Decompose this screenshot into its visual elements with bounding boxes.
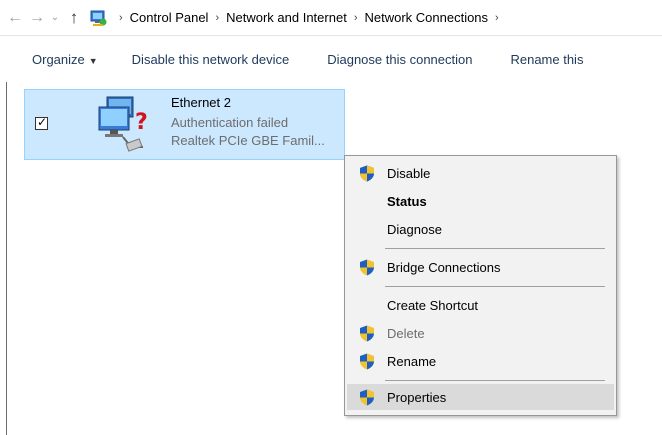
- uac-shield-icon: [359, 165, 375, 182]
- connection-status: Authentication failed: [171, 115, 289, 130]
- organize-button[interactable]: Organize ▼: [32, 52, 98, 67]
- breadcrumb-separator[interactable]: ›: [495, 12, 499, 24]
- arrow-left-icon: ←: [7, 8, 23, 26]
- control-panel-icon: [90, 9, 108, 27]
- menu-item-rename[interactable]: Rename: [347, 348, 614, 374]
- address-bar: ← → ⌄ ↑ › Control Panel › Network and In…: [0, 0, 662, 36]
- menu-item-label: Create Shortcut: [387, 297, 479, 313]
- menu-item-label: Properties: [387, 389, 447, 405]
- uac-shield-icon: [359, 353, 375, 370]
- connection-adapter: Realtek PCIe GBE Famil...: [171, 133, 325, 148]
- caret-down-icon: ▼: [88, 55, 98, 66]
- rename-connection-button[interactable]: Rename this: [510, 52, 583, 67]
- menu-separator: [385, 286, 605, 287]
- uac-shield-icon: [359, 325, 375, 342]
- breadcrumb-network-and-internet[interactable]: Network and Internet: [226, 10, 347, 25]
- up-button[interactable]: ↑: [62, 8, 86, 28]
- menu-item-disable[interactable]: Disable: [347, 160, 614, 186]
- breadcrumb-network-connections[interactable]: Network Connections: [364, 10, 488, 25]
- menu-separator: [385, 248, 605, 249]
- connection-name: Ethernet 2: [171, 95, 231, 110]
- disable-device-button[interactable]: Disable this network device: [132, 52, 290, 67]
- arrow-up-icon: ↑: [69, 7, 79, 27]
- menu-item-label: Status: [387, 193, 427, 209]
- menu-item-properties[interactable]: Properties: [347, 384, 614, 410]
- forward-button[interactable]: →: [26, 9, 48, 27]
- context-menu: Disable Status Diagnose Bridge Connectio…: [344, 155, 617, 416]
- breadcrumb-separator[interactable]: ›: [354, 12, 358, 24]
- menu-item-delete: Delete: [347, 320, 614, 346]
- menu-item-label: Rename: [387, 353, 437, 369]
- command-bar: Organize ▼ Disable this network device Di…: [0, 36, 662, 82]
- menu-item-label: Disable: [387, 165, 431, 181]
- menu-item-label: Delete: [387, 325, 425, 341]
- recent-locations-button[interactable]: ⌄: [48, 12, 62, 23]
- svg-text:?: ?: [135, 110, 148, 135]
- organize-label: Organize: [32, 51, 85, 67]
- checkmark-icon: ✓: [37, 115, 48, 129]
- menu-item-bridge-connections[interactable]: Bridge Connections: [347, 254, 614, 280]
- menu-item-diagnose[interactable]: Diagnose: [347, 216, 614, 242]
- window-edge: [6, 82, 7, 435]
- breadcrumb-control-panel[interactable]: Control Panel: [130, 10, 209, 25]
- uac-shield-icon: [359, 389, 375, 406]
- menu-item-create-shortcut[interactable]: Create Shortcut: [347, 292, 614, 318]
- diagnose-connection-button[interactable]: Diagnose this connection: [327, 52, 472, 67]
- menu-item-label: Bridge Connections: [387, 259, 501, 275]
- back-button[interactable]: ←: [4, 9, 26, 27]
- chevron-down-icon: ⌄: [50, 12, 60, 23]
- connection-item-ethernet-2[interactable]: ✓ ? Ethernet 2 Authentication failed Rea…: [24, 89, 345, 160]
- breadcrumb-separator[interactable]: ›: [215, 12, 219, 24]
- uac-shield-icon: [359, 259, 375, 276]
- item-checkbox[interactable]: ✓: [35, 115, 48, 130]
- arrow-right-icon: →: [29, 8, 45, 26]
- network-adapter-error-icon: ?: [97, 95, 167, 155]
- menu-item-label: Diagnose: [387, 221, 442, 237]
- menu-item-status[interactable]: Status: [347, 188, 614, 214]
- breadcrumb-separator: ›: [119, 11, 123, 24]
- menu-separator: [385, 380, 605, 381]
